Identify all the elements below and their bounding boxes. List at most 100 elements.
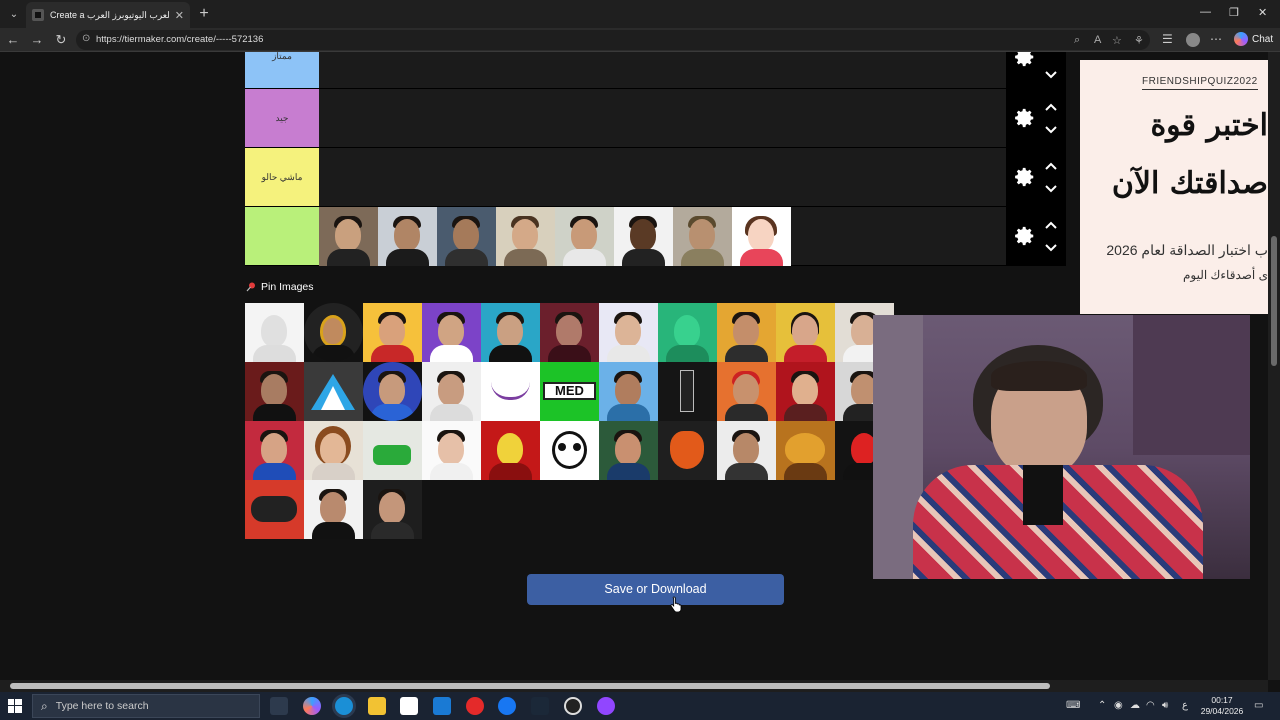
refresh-icon[interactable]: ↻	[53, 32, 69, 48]
tier-row[interactable]: ممتاز	[245, 52, 1066, 89]
zoom-icon[interactable]: ⌕	[1074, 34, 1080, 47]
pool-image[interactable]	[599, 362, 658, 421]
pool-image[interactable]	[540, 303, 599, 362]
streaming-app-icon[interactable]	[597, 697, 615, 715]
volume-icon[interactable]: 🔊︎	[1162, 700, 1168, 711]
pool-image[interactable]	[363, 480, 422, 539]
taskbar-search-box[interactable]: ⌕ Type here to search	[32, 694, 260, 718]
close-window-icon[interactable]: ✕	[1258, 6, 1267, 19]
pool-image[interactable]	[304, 480, 363, 539]
copilot-app-icon[interactable]	[303, 697, 321, 715]
tier-label[interactable]: ممتاز	[245, 52, 319, 88]
advertisement-panel[interactable]: FRIENDSHIPQUIZ2022 اختبر قوة صداقتك الآن…	[1080, 60, 1268, 314]
language-indicator[interactable]: ع	[1182, 700, 1188, 711]
pool-image[interactable]	[776, 303, 835, 362]
save-or-download-button[interactable]: Save or Download	[527, 574, 784, 605]
pool-image[interactable]	[245, 480, 304, 539]
pool-image[interactable]	[717, 303, 776, 362]
pool-image[interactable]	[481, 303, 540, 362]
pin-images-toggle[interactable]: Pin Images	[246, 281, 314, 293]
mail-icon[interactable]	[433, 697, 451, 715]
pool-image[interactable]	[304, 362, 363, 421]
tier-label[interactable]: ماشي حالو	[245, 148, 319, 206]
extensions-icon[interactable]: ⚘	[1134, 34, 1144, 47]
tier-item-image[interactable]	[614, 207, 673, 266]
tier-item-image[interactable]	[378, 207, 437, 266]
pool-image[interactable]	[717, 421, 776, 480]
onedrive-icon[interactable]: ☁	[1130, 700, 1140, 711]
tier-item-image[interactable]	[437, 207, 496, 266]
microsoft-store-icon[interactable]	[400, 697, 418, 715]
pool-image[interactable]	[658, 421, 717, 480]
tray-expand-icon[interactable]: ⌃	[1098, 700, 1106, 711]
gear-icon[interactable]	[1014, 166, 1036, 188]
tier-item-image[interactable]	[319, 207, 378, 266]
pool-image[interactable]	[245, 303, 304, 362]
pool-image[interactable]	[422, 303, 481, 362]
more-options-icon[interactable]: ⋯	[1210, 32, 1222, 46]
notifications-icon[interactable]: ▭	[1254, 700, 1263, 711]
youtube-icon[interactable]	[466, 697, 484, 715]
pool-image[interactable]	[658, 303, 717, 362]
pool-image[interactable]	[599, 421, 658, 480]
minimize-icon[interactable]: —	[1200, 6, 1211, 18]
pool-image[interactable]	[776, 421, 835, 480]
pool-image[interactable]	[422, 421, 481, 480]
favorites-icon[interactable]: ☰	[1162, 32, 1173, 46]
pool-image[interactable]	[363, 303, 422, 362]
move-down-icon[interactable]	[1044, 184, 1058, 194]
maximize-icon[interactable]: ❐	[1229, 6, 1239, 19]
copilot-button[interactable]: Chat	[1234, 32, 1273, 46]
pool-image[interactable]	[422, 362, 481, 421]
tier-label[interactable]	[245, 207, 319, 265]
wifi-icon[interactable]: ◠	[1146, 700, 1155, 711]
gear-icon[interactable]	[1014, 107, 1036, 129]
move-down-icon[interactable]	[1044, 70, 1058, 80]
steam-icon[interactable]	[531, 697, 549, 715]
pool-image[interactable]	[363, 421, 422, 480]
profile-avatar[interactable]	[1186, 33, 1200, 47]
edge-icon[interactable]	[335, 697, 353, 715]
tier-item-image[interactable]	[555, 207, 614, 266]
obs-icon[interactable]	[564, 697, 582, 715]
new-tab-button[interactable]: +	[194, 4, 214, 24]
file-explorer-icon[interactable]	[368, 697, 386, 715]
horizontal-scrollbar[interactable]	[0, 680, 1268, 692]
clock[interactable]: 00:17 29/04/2026	[1196, 695, 1248, 717]
network-icon[interactable]: ◉	[1114, 700, 1123, 711]
gear-icon[interactable]	[1014, 225, 1036, 247]
url-field[interactable]: ⊙ https://tiermaker.com/create/-----5721…	[76, 30, 1150, 50]
pool-image[interactable]	[304, 421, 363, 480]
close-tab-icon[interactable]: ✕	[175, 9, 184, 22]
pool-image[interactable]	[304, 303, 363, 362]
browser-tab-active[interactable]: Create a تاير ليست اليوتيوبرز العرب اليو…	[26, 2, 190, 28]
pool-image[interactable]	[245, 362, 304, 421]
task-view-icon[interactable]	[270, 697, 288, 715]
pool-image[interactable]	[599, 303, 658, 362]
tier-item-image[interactable]	[673, 207, 732, 266]
move-down-icon[interactable]	[1044, 125, 1058, 135]
pool-image[interactable]	[717, 362, 776, 421]
tier-item-image[interactable]	[496, 207, 555, 266]
vertical-scroll-thumb[interactable]	[1271, 236, 1277, 366]
forward-icon[interactable]: →	[29, 32, 45, 48]
gear-icon[interactable]	[1014, 52, 1036, 68]
tier-item-image[interactable]	[732, 207, 791, 266]
move-up-icon[interactable]	[1044, 102, 1058, 112]
favorite-star-icon[interactable]: ☆	[1112, 34, 1122, 47]
pool-image[interactable]: MED	[540, 362, 599, 421]
move-down-icon[interactable]	[1044, 243, 1058, 253]
keyboard-icon[interactable]: ⌨	[1066, 700, 1080, 711]
facebook-icon[interactable]	[498, 697, 516, 715]
pool-image[interactable]	[363, 362, 422, 421]
pool-image[interactable]	[540, 421, 599, 480]
horizontal-scroll-thumb[interactable]	[10, 683, 1050, 689]
pool-image[interactable]	[776, 362, 835, 421]
site-info-icon[interactable]: ⊙	[82, 33, 90, 44]
pool-image[interactable]	[481, 421, 540, 480]
windows-start-icon[interactable]	[8, 699, 22, 713]
read-aloud-icon[interactable]: A	[1094, 34, 1101, 46]
tier-row[interactable]: ماشي حالو	[245, 148, 1066, 207]
move-up-icon[interactable]	[1044, 161, 1058, 171]
tier-row[interactable]	[245, 207, 1066, 266]
